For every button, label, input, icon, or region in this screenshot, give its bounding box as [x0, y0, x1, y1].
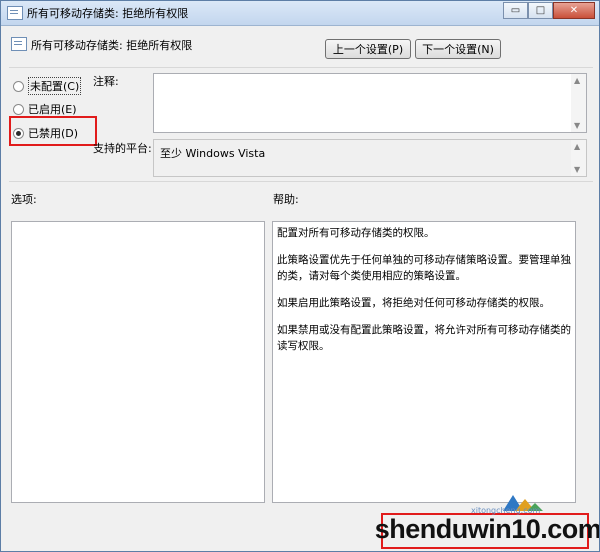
window-controls: ▭ □ ✕	[503, 2, 595, 20]
window-title: 所有可移动存储类: 拒绝所有权限	[27, 7, 189, 20]
scroll-up-icon[interactable]: ▲	[574, 76, 580, 85]
platform-label: 支持的平台:	[93, 142, 152, 155]
title-bar[interactable]: 所有可移动存储类: 拒绝所有权限 ▭ □ ✕	[1, 1, 599, 26]
platform-field: 至少 Windows Vista ▲ ▼	[153, 139, 587, 177]
maximize-icon[interactable]: □	[528, 2, 553, 19]
setting-title: 所有可移动存储类: 拒绝所有权限	[31, 39, 193, 52]
radio-enabled-label: 已启用(E)	[28, 103, 77, 116]
watermark-text: shenduwin10.com	[374, 513, 600, 544]
policy-icon	[7, 6, 23, 20]
radio-not-configured-label: 未配置(C)	[28, 77, 82, 95]
scroll-down-icon[interactable]: ▼	[574, 165, 580, 174]
platform-scrollbar[interactable]: ▲ ▼	[571, 140, 586, 176]
comment-value	[154, 74, 586, 78]
highlight-box-disabled	[9, 116, 97, 146]
help-paragraph: 如果禁用或没有配置此策略设置，将允许对所有可移动存储类的读写权限。	[277, 324, 571, 352]
help-paragraph: 配置对所有可移动存储类的权限。	[277, 227, 435, 239]
setting-icon	[11, 37, 27, 51]
radio-enabled[interactable]: 已启用(E)	[13, 101, 77, 117]
options-label: 选项:	[11, 193, 37, 206]
minimize-icon[interactable]: ▭	[503, 2, 528, 19]
watermark: shenduwin10.com	[374, 495, 600, 547]
help-text: 配置对所有可移动存储类的权限。 此策略设置优先于任何单独的可移动存储策略设置。要…	[273, 222, 575, 368]
comment-textarea[interactable]: ▲ ▼	[153, 73, 587, 133]
policy-editor-window: 所有可移动存储类: 拒绝所有权限 ▭ □ ✕ 所有可移动存储类: 拒绝所有权限 …	[0, 0, 600, 552]
section-divider	[9, 181, 593, 182]
help-paragraph: 如果启用此策略设置，将拒绝对任何可移动存储类的权限。	[277, 297, 550, 309]
radio-enabled-dot[interactable]	[13, 103, 24, 115]
help-label: 帮助:	[273, 193, 299, 206]
comment-label: 注释:	[93, 75, 119, 88]
watermark-subtext: xitongcheng.com	[471, 506, 541, 515]
radio-not-configured-dot[interactable]	[13, 80, 24, 92]
comment-scrollbar[interactable]: ▲ ▼	[571, 74, 586, 132]
scroll-down-icon[interactable]: ▼	[574, 121, 580, 130]
platform-value: 至少 Windows Vista	[160, 147, 266, 160]
header-divider	[9, 67, 593, 68]
radio-not-configured[interactable]: 未配置(C)	[13, 77, 82, 95]
options-pane	[11, 221, 265, 503]
help-pane: 配置对所有可移动存储类的权限。 此策略设置优先于任何单独的可移动存储策略设置。要…	[272, 221, 576, 503]
help-paragraph: 此策略设置优先于任何单独的可移动存储策略设置。要管理单独的类，请对每个类使用相应…	[277, 254, 571, 282]
scroll-up-icon[interactable]: ▲	[574, 142, 580, 151]
previous-setting-button[interactable]: 上一个设置(P)	[325, 39, 411, 59]
close-icon[interactable]: ✕	[553, 2, 595, 19]
next-setting-button[interactable]: 下一个设置(N)	[415, 39, 501, 59]
